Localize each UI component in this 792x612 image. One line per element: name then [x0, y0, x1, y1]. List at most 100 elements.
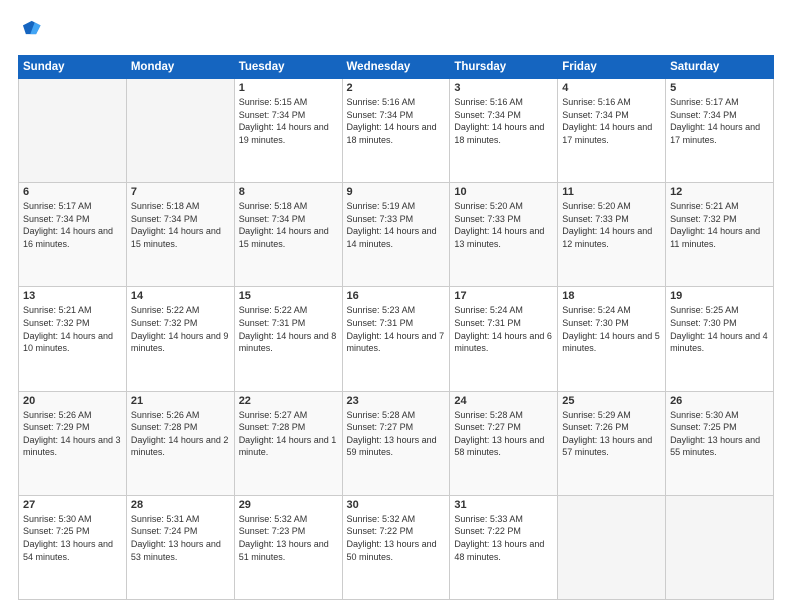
calendar-cell: [558, 495, 666, 599]
calendar-table: SundayMondayTuesdayWednesdayThursdayFrid…: [18, 55, 774, 600]
day-detail: Sunrise: 5:17 AM Sunset: 7:34 PM Dayligh…: [670, 96, 769, 146]
calendar-cell: 25 Sunrise: 5:29 AM Sunset: 7:26 PM Dayl…: [558, 391, 666, 495]
day-detail: Sunrise: 5:15 AM Sunset: 7:34 PM Dayligh…: [239, 96, 338, 146]
calendar-cell: [126, 79, 234, 183]
day-number: 18: [562, 290, 661, 302]
day-detail: Sunrise: 5:33 AM Sunset: 7:22 PM Dayligh…: [454, 513, 553, 563]
day-number: 13: [23, 290, 122, 302]
day-number: 10: [454, 186, 553, 198]
day-number: 30: [347, 499, 446, 511]
day-number: 9: [347, 186, 446, 198]
logo-icon: [20, 18, 42, 40]
day-detail: Sunrise: 5:29 AM Sunset: 7:26 PM Dayligh…: [562, 409, 661, 459]
day-number: 12: [670, 186, 769, 198]
weekday-header-sunday: Sunday: [19, 56, 127, 79]
day-number: 5: [670, 82, 769, 94]
weekday-header-saturday: Saturday: [666, 56, 774, 79]
calendar-cell: 22 Sunrise: 5:27 AM Sunset: 7:28 PM Dayl…: [234, 391, 342, 495]
day-detail: Sunrise: 5:16 AM Sunset: 7:34 PM Dayligh…: [562, 96, 661, 146]
calendar-cell: 6 Sunrise: 5:17 AM Sunset: 7:34 PM Dayli…: [19, 183, 127, 287]
day-number: 29: [239, 499, 338, 511]
calendar-cell: 31 Sunrise: 5:33 AM Sunset: 7:22 PM Dayl…: [450, 495, 558, 599]
calendar-cell: 23 Sunrise: 5:28 AM Sunset: 7:27 PM Dayl…: [342, 391, 450, 495]
day-number: 14: [131, 290, 230, 302]
day-number: 16: [347, 290, 446, 302]
day-detail: Sunrise: 5:21 AM Sunset: 7:32 PM Dayligh…: [23, 304, 122, 354]
day-number: 7: [131, 186, 230, 198]
calendar-cell: [19, 79, 127, 183]
header: [18, 18, 774, 45]
day-number: 11: [562, 186, 661, 198]
calendar-cell: 13 Sunrise: 5:21 AM Sunset: 7:32 PM Dayl…: [19, 287, 127, 391]
day-detail: Sunrise: 5:26 AM Sunset: 7:28 PM Dayligh…: [131, 409, 230, 459]
calendar-cell: 20 Sunrise: 5:26 AM Sunset: 7:29 PM Dayl…: [19, 391, 127, 495]
calendar-cell: 14 Sunrise: 5:22 AM Sunset: 7:32 PM Dayl…: [126, 287, 234, 391]
day-number: 26: [670, 395, 769, 407]
day-detail: Sunrise: 5:30 AM Sunset: 7:25 PM Dayligh…: [670, 409, 769, 459]
day-detail: Sunrise: 5:18 AM Sunset: 7:34 PM Dayligh…: [131, 200, 230, 250]
calendar-cell: 29 Sunrise: 5:32 AM Sunset: 7:23 PM Dayl…: [234, 495, 342, 599]
day-detail: Sunrise: 5:16 AM Sunset: 7:34 PM Dayligh…: [454, 96, 553, 146]
calendar-cell: 11 Sunrise: 5:20 AM Sunset: 7:33 PM Dayl…: [558, 183, 666, 287]
calendar-cell: 16 Sunrise: 5:23 AM Sunset: 7:31 PM Dayl…: [342, 287, 450, 391]
calendar-cell: 30 Sunrise: 5:32 AM Sunset: 7:22 PM Dayl…: [342, 495, 450, 599]
day-number: 31: [454, 499, 553, 511]
calendar-cell: 15 Sunrise: 5:22 AM Sunset: 7:31 PM Dayl…: [234, 287, 342, 391]
day-detail: Sunrise: 5:28 AM Sunset: 7:27 PM Dayligh…: [454, 409, 553, 459]
calendar-cell: 1 Sunrise: 5:15 AM Sunset: 7:34 PM Dayli…: [234, 79, 342, 183]
day-detail: Sunrise: 5:20 AM Sunset: 7:33 PM Dayligh…: [454, 200, 553, 250]
day-detail: Sunrise: 5:24 AM Sunset: 7:30 PM Dayligh…: [562, 304, 661, 354]
day-detail: Sunrise: 5:17 AM Sunset: 7:34 PM Dayligh…: [23, 200, 122, 250]
day-detail: Sunrise: 5:21 AM Sunset: 7:32 PM Dayligh…: [670, 200, 769, 250]
calendar-cell: 19 Sunrise: 5:25 AM Sunset: 7:30 PM Dayl…: [666, 287, 774, 391]
logo: [18, 18, 42, 45]
weekday-header-thursday: Thursday: [450, 56, 558, 79]
day-number: 17: [454, 290, 553, 302]
calendar-cell: 7 Sunrise: 5:18 AM Sunset: 7:34 PM Dayli…: [126, 183, 234, 287]
calendar-cell: 12 Sunrise: 5:21 AM Sunset: 7:32 PM Dayl…: [666, 183, 774, 287]
day-detail: Sunrise: 5:31 AM Sunset: 7:24 PM Dayligh…: [131, 513, 230, 563]
day-number: 28: [131, 499, 230, 511]
weekday-header-wednesday: Wednesday: [342, 56, 450, 79]
day-number: 6: [23, 186, 122, 198]
calendar-cell: [666, 495, 774, 599]
calendar-cell: 10 Sunrise: 5:20 AM Sunset: 7:33 PM Dayl…: [450, 183, 558, 287]
calendar-cell: 4 Sunrise: 5:16 AM Sunset: 7:34 PM Dayli…: [558, 79, 666, 183]
calendar-cell: 3 Sunrise: 5:16 AM Sunset: 7:34 PM Dayli…: [450, 79, 558, 183]
day-number: 3: [454, 82, 553, 94]
day-number: 25: [562, 395, 661, 407]
day-number: 19: [670, 290, 769, 302]
day-detail: Sunrise: 5:23 AM Sunset: 7:31 PM Dayligh…: [347, 304, 446, 354]
calendar-cell: 24 Sunrise: 5:28 AM Sunset: 7:27 PM Dayl…: [450, 391, 558, 495]
calendar-cell: 18 Sunrise: 5:24 AM Sunset: 7:30 PM Dayl…: [558, 287, 666, 391]
day-number: 21: [131, 395, 230, 407]
day-detail: Sunrise: 5:32 AM Sunset: 7:23 PM Dayligh…: [239, 513, 338, 563]
calendar-cell: 5 Sunrise: 5:17 AM Sunset: 7:34 PM Dayli…: [666, 79, 774, 183]
calendar-cell: 27 Sunrise: 5:30 AM Sunset: 7:25 PM Dayl…: [19, 495, 127, 599]
day-detail: Sunrise: 5:22 AM Sunset: 7:32 PM Dayligh…: [131, 304, 230, 354]
day-number: 8: [239, 186, 338, 198]
day-detail: Sunrise: 5:25 AM Sunset: 7:30 PM Dayligh…: [670, 304, 769, 354]
calendar-cell: 9 Sunrise: 5:19 AM Sunset: 7:33 PM Dayli…: [342, 183, 450, 287]
calendar-cell: 21 Sunrise: 5:26 AM Sunset: 7:28 PM Dayl…: [126, 391, 234, 495]
calendar-cell: 26 Sunrise: 5:30 AM Sunset: 7:25 PM Dayl…: [666, 391, 774, 495]
calendar-cell: 8 Sunrise: 5:18 AM Sunset: 7:34 PM Dayli…: [234, 183, 342, 287]
day-number: 27: [23, 499, 122, 511]
calendar-cell: 17 Sunrise: 5:24 AM Sunset: 7:31 PM Dayl…: [450, 287, 558, 391]
calendar-cell: 2 Sunrise: 5:16 AM Sunset: 7:34 PM Dayli…: [342, 79, 450, 183]
day-number: 24: [454, 395, 553, 407]
day-number: 23: [347, 395, 446, 407]
day-number: 1: [239, 82, 338, 94]
day-number: 22: [239, 395, 338, 407]
day-number: 15: [239, 290, 338, 302]
calendar-cell: 28 Sunrise: 5:31 AM Sunset: 7:24 PM Dayl…: [126, 495, 234, 599]
day-detail: Sunrise: 5:20 AM Sunset: 7:33 PM Dayligh…: [562, 200, 661, 250]
weekday-header-tuesday: Tuesday: [234, 56, 342, 79]
day-number: 2: [347, 82, 446, 94]
day-detail: Sunrise: 5:24 AM Sunset: 7:31 PM Dayligh…: [454, 304, 553, 354]
page: SundayMondayTuesdayWednesdayThursdayFrid…: [0, 0, 792, 612]
day-detail: Sunrise: 5:18 AM Sunset: 7:34 PM Dayligh…: [239, 200, 338, 250]
day-detail: Sunrise: 5:32 AM Sunset: 7:22 PM Dayligh…: [347, 513, 446, 563]
day-detail: Sunrise: 5:27 AM Sunset: 7:28 PM Dayligh…: [239, 409, 338, 459]
day-number: 20: [23, 395, 122, 407]
